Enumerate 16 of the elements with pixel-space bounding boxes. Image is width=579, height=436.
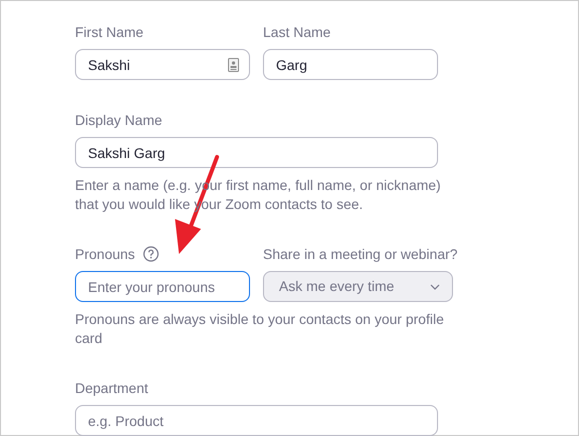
field-label: Department xyxy=(75,378,148,398)
field-label: Share in a meeting or webinar? xyxy=(263,244,458,264)
input-field[interactable]: Sakshi xyxy=(75,49,250,80)
caret-icon xyxy=(430,284,440,290)
input-field[interactable]: Sakshi Garg xyxy=(75,137,438,168)
help-icon[interactable] xyxy=(142,246,159,262)
input-field[interactable]: Enter your pronouns xyxy=(75,271,250,302)
input-field[interactable]: Garg xyxy=(263,49,438,80)
field-label: Pronouns xyxy=(75,244,135,264)
dropdown[interactable]: Ask me every time xyxy=(263,271,453,302)
contact-card-icon[interactable] xyxy=(228,58,239,72)
hint-text: Pronouns are always visible to your contacts on your profile card xyxy=(75,310,445,348)
input-field[interactable]: e.g. Product xyxy=(75,405,438,436)
field-label: Last Name xyxy=(263,22,331,42)
field-label: Display Name xyxy=(75,110,162,130)
field-label: First Name xyxy=(75,22,144,42)
